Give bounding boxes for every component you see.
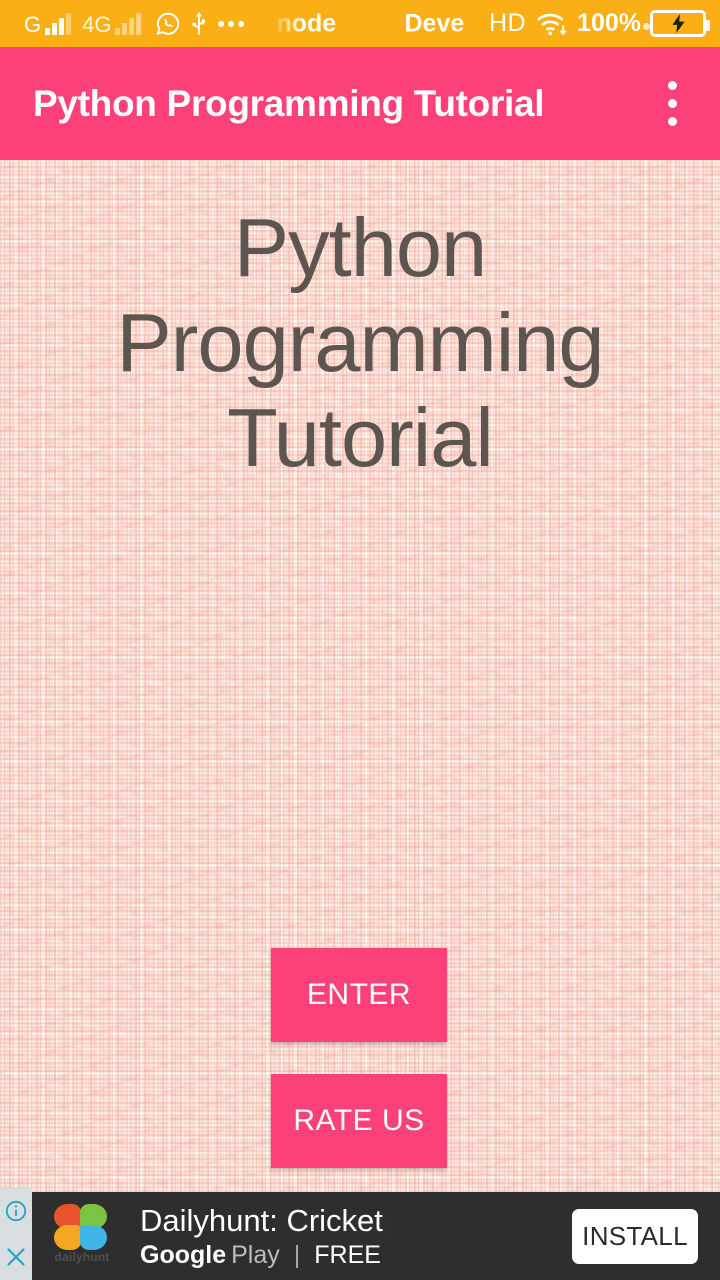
carrier-sim1-indicator: G — [24, 11, 72, 37]
carrier-label-sim1: G — [24, 11, 42, 37]
hd-label: HD — [488, 9, 527, 37]
wifi-icon — [535, 10, 568, 37]
app-screen: G 4G node Deve HD 100% Python Programmin… — [0, 0, 720, 1280]
signal-bars-sim2-icon — [115, 12, 142, 35]
battery-percent-label: 100% — [577, 9, 641, 37]
notification-ticker-text-2: Deve — [404, 9, 465, 37]
app-bar-title: Python Programming Tutorial — [33, 82, 545, 124]
ad-price-label: FREE — [314, 1240, 381, 1269]
ad-subtitle-row: Google Play | FREE — [140, 1241, 572, 1270]
network-type-label: 4G — [82, 11, 112, 37]
status-bar: G 4G node Deve HD 100% — [0, 0, 720, 47]
advertiser-name-label: dailyhunt — [54, 1250, 110, 1264]
status-bar-right-group: HD 100% — [489, 9, 720, 38]
status-bar-notification-ticker: node Deve — [244, 0, 488, 47]
ad-close-icon[interactable] — [0, 1234, 32, 1280]
advertiser-logo-icon: dailyhunt — [48, 1202, 116, 1270]
ad-separator: | — [293, 1240, 301, 1269]
page-title: Python Programming Tutorial — [116, 201, 604, 484]
ad-controls — [0, 1188, 32, 1280]
battery-charging-icon — [643, 10, 710, 37]
overflow-menu-icon[interactable] — [624, 47, 720, 160]
enter-button[interactable]: ENTER — [271, 948, 447, 1042]
main-content: Python Programming Tutorial ENTER RATE U… — [0, 160, 720, 1192]
ad-banner[interactable]: dailyhunt Sri Lanka 1st Test Dailyhunt: … — [0, 1188, 720, 1280]
status-bar-left-group: G 4G — [0, 10, 245, 38]
app-bar: Python Programming Tutorial — [0, 47, 720, 160]
google-play-label-bold: Google — [140, 1240, 227, 1269]
google-play-label-light: Play — [231, 1240, 280, 1269]
more-dots-icon — [218, 20, 245, 27]
ad-info-icon[interactable] — [0, 1188, 32, 1234]
notification-ticker-text-1: node — [276, 9, 337, 37]
usb-icon — [189, 10, 209, 38]
rate-us-button[interactable]: RATE US — [271, 1074, 447, 1168]
whatsapp-icon — [154, 10, 182, 38]
carrier-sim2-indicator: 4G — [82, 11, 142, 37]
signal-bars-sim1-icon — [45, 12, 72, 35]
ad-title: Dailyhunt: Cricket — [140, 1202, 385, 1239]
ad-text-block: Sri Lanka 1st Test Dailyhunt: Cricket Go… — [140, 1202, 572, 1270]
install-button[interactable]: INSTALL — [572, 1208, 698, 1264]
